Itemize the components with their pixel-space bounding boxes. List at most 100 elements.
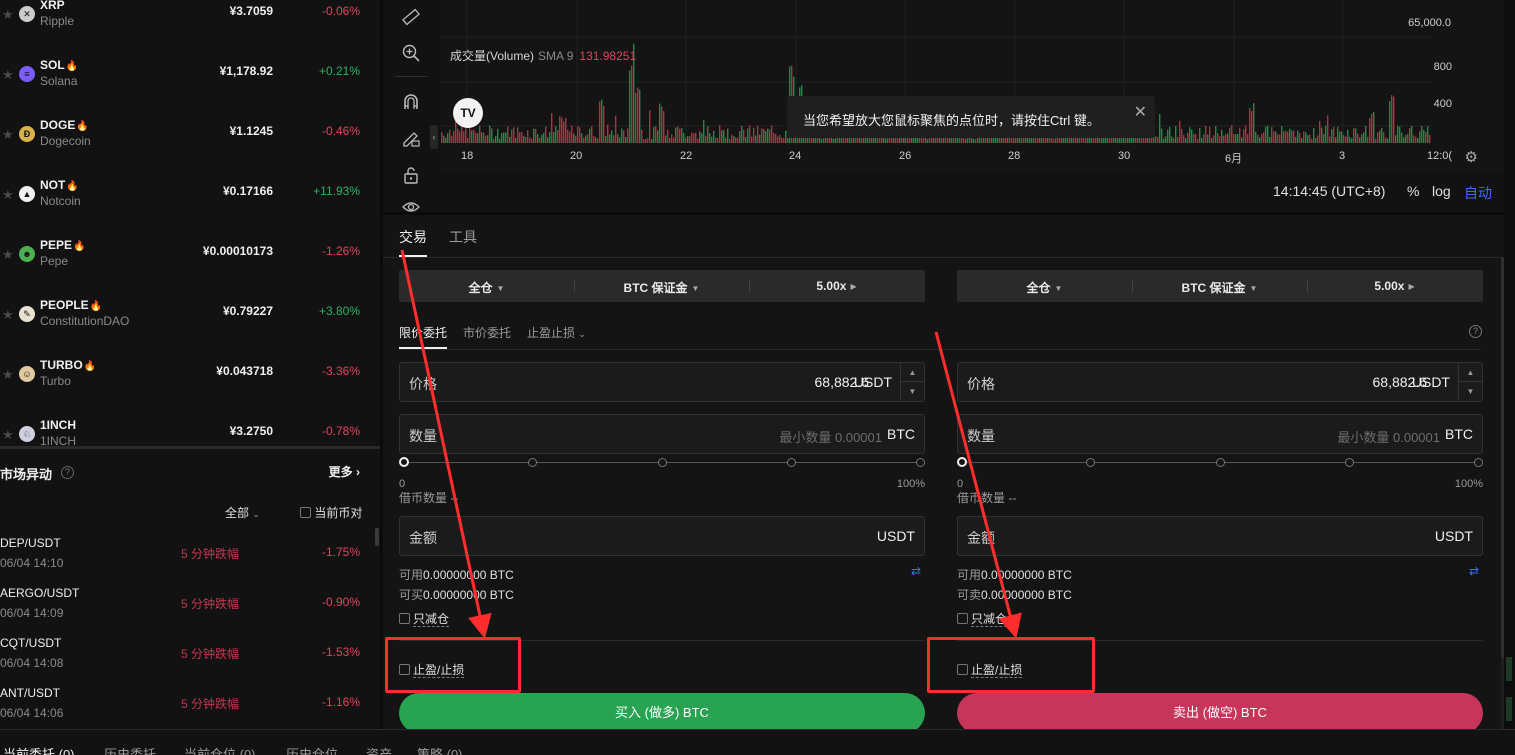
tab-open-orders[interactable]: 当前委托 (0) — [3, 744, 75, 755]
tab-limit-order[interactable]: 限价委托 — [399, 324, 447, 341]
price-stepper[interactable]: ▲ ▼ — [900, 363, 924, 401]
coin-row[interactable]: ★ ♘ 1INCH 1INCH ¥3.2750 -0.78% — [0, 418, 380, 446]
collapse-toolbar-button[interactable]: ‹ — [430, 125, 438, 149]
price-stepper[interactable]: ▲ ▼ — [1458, 363, 1482, 401]
chevron-up-icon[interactable]: ▲ — [901, 363, 924, 382]
star-icon[interactable]: ★ — [2, 128, 14, 141]
amount-input[interactable]: 金额 USDT — [399, 516, 925, 556]
current-pair-checkbox[interactable]: 当前币对 — [300, 504, 362, 521]
slider-stop[interactable] — [787, 458, 796, 467]
leverage-button[interactable]: 5.00x ▶ — [749, 279, 924, 293]
coin-row[interactable]: ★ ☺ TURBO🔥 Turbo ¥0.043718 -3.36% — [0, 358, 380, 418]
tab-open-positions[interactable]: 当前仓位 (0) — [184, 744, 256, 755]
volume-bar — [561, 117, 563, 143]
slider-stop[interactable] — [658, 458, 667, 467]
star-icon[interactable]: ★ — [2, 308, 14, 321]
tab-order-history[interactable]: 历史委托 — [104, 744, 156, 755]
transfer-icon[interactable]: ⇄ — [1469, 564, 1479, 578]
draw-lock-icon[interactable] — [400, 127, 422, 149]
percent-scale-button[interactable]: % — [1407, 183, 1419, 199]
tab-strategies[interactable]: 策略 (0) — [417, 744, 463, 755]
chevron-down-icon[interactable]: ▼ — [1459, 382, 1482, 401]
slider-stop[interactable] — [957, 457, 967, 467]
price-input[interactable]: 价格 68,882.6 USDT ▲ ▼ — [399, 362, 925, 402]
slider-stop[interactable] — [528, 458, 537, 467]
scrollbar-thumb[interactable] — [1506, 697, 1512, 721]
volume-bar — [1165, 136, 1167, 143]
star-icon[interactable]: ★ — [2, 68, 14, 81]
log-scale-button[interactable]: log — [1432, 183, 1451, 199]
reduce-only-checkbox[interactable]: 只减仓 — [399, 610, 450, 627]
zoom-in-icon[interactable] — [400, 42, 422, 64]
volume-bar — [595, 137, 597, 143]
volume-chart[interactable]: 成交量(Volume) SMA 9 131.98251 65,000.0 800 4… — [441, 0, 1504, 172]
slider-stop[interactable] — [1345, 458, 1354, 467]
coin-symbol: XRP — [40, 0, 65, 12]
help-icon[interactable]: ? — [1469, 325, 1482, 338]
slider-stop[interactable] — [1474, 458, 1483, 467]
quantity-input[interactable]: 数量 最小数量 0.00001 BTC — [957, 414, 1483, 454]
tab-assets[interactable]: 资产 — [366, 744, 392, 755]
star-icon[interactable]: ★ — [2, 188, 14, 201]
volume-bar — [489, 125, 491, 143]
slider-stop[interactable] — [1216, 458, 1225, 467]
volume-bar — [1317, 135, 1319, 143]
slider-stop[interactable] — [1086, 458, 1095, 467]
price-input[interactable]: 价格 68,882.6 USDT ▲ ▼ — [957, 362, 1483, 402]
help-icon[interactable]: ? — [61, 466, 74, 479]
star-icon[interactable]: ★ — [2, 428, 14, 441]
ruler-icon[interactable] — [400, 6, 422, 28]
volume-bar — [451, 135, 453, 143]
scrollbar-thumb[interactable] — [1506, 657, 1512, 681]
coin-row[interactable]: ★ ☻ PEPE🔥 Pepe ¥0.00010173 -1.26% — [0, 238, 380, 298]
coin-row[interactable]: ★ ▲ NOT🔥 Notcoin ¥0.17166 +11.93% — [0, 178, 380, 238]
tab-market-order[interactable]: 市价委托 — [463, 324, 511, 341]
mover-row[interactable]: AERGO/USDT 06/04 14:09 5 分钟跌幅 -0.90% — [0, 586, 380, 636]
slider-stop[interactable] — [916, 458, 925, 467]
star-icon[interactable]: ★ — [2, 8, 14, 21]
volume-bar — [921, 137, 923, 143]
amount-input[interactable]: 金额 USDT — [957, 516, 1483, 556]
tab-position-history[interactable]: 历史仓位 — [286, 744, 338, 755]
margin-mode-dropdown[interactable]: 全仓 ▼ — [957, 279, 1132, 296]
volume-bar — [1257, 134, 1259, 143]
gear-icon[interactable]: ⚙ — [1465, 148, 1478, 166]
margin-asset-dropdown[interactable]: BTC 保证金 ▼ — [1132, 279, 1307, 296]
chevron-up-icon[interactable]: ▲ — [1459, 363, 1482, 382]
slider-stop[interactable] — [399, 457, 409, 467]
volume-bar — [759, 134, 761, 143]
star-icon[interactable]: ★ — [2, 248, 14, 261]
tradingview-logo[interactable]: TV — [453, 98, 483, 128]
margin-asset-dropdown[interactable]: BTC 保证金 ▼ — [574, 279, 749, 296]
tab-tpsl-order[interactable]: 止盈止损 ⌄ — [527, 324, 586, 341]
volume-bar — [1263, 132, 1265, 143]
eye-icon[interactable] — [400, 197, 422, 212]
star-icon[interactable]: ★ — [2, 368, 14, 381]
coin-price: ¥0.17166 — [222, 184, 273, 198]
coin-row[interactable]: ★ Ð DOGE🔥 Dogecoin ¥1.1245 -0.46% — [0, 118, 380, 178]
more-link[interactable]: 更多 › — [329, 463, 360, 480]
coin-row[interactable]: ★ ✎ PEOPLE🔥 ConstitutionDAO ¥0.79227 +3.80% — [0, 298, 380, 358]
mover-desc: 5 分钟跌幅 — [181, 547, 240, 561]
chevron-down-icon[interactable]: ▼ — [901, 382, 924, 401]
mover-row[interactable]: DEP/USDT 06/04 14:10 5 分钟跌幅 -1.75% — [0, 536, 380, 586]
mover-row[interactable]: ANT/USDT 06/04 14:06 5 分钟跌幅 -1.16% — [0, 686, 380, 729]
scrollbar[interactable] — [375, 528, 379, 546]
transfer-icon[interactable]: ⇄ — [911, 564, 921, 578]
volume-bar — [471, 130, 473, 143]
volume-bar — [1243, 129, 1245, 143]
auto-scale-button[interactable]: 自动 — [1464, 183, 1492, 203]
sell-short-button[interactable]: 卖出 (做空) BTC — [957, 693, 1483, 729]
reduce-only-checkbox[interactable]: 只减仓 — [957, 610, 1008, 627]
margin-mode-dropdown[interactable]: 全仓 ▼ — [399, 279, 574, 296]
lock-icon[interactable] — [400, 164, 422, 186]
leverage-button[interactable]: 5.00x ▶ — [1307, 279, 1482, 293]
coin-row[interactable]: ★ ≡ SOL🔥 Solana ¥1,178.92 +0.21% — [0, 58, 380, 118]
coin-row[interactable]: ★ ✕ XRP Ripple ¥3.7059 -0.06% — [0, 0, 380, 58]
magnet-icon[interactable] — [400, 91, 422, 113]
buy-long-button[interactable]: 买入 (做多) BTC — [399, 693, 925, 729]
close-icon[interactable]: ✕ — [1134, 102, 1147, 122]
quantity-input[interactable]: 数量 最小数量 0.00001 BTC — [399, 414, 925, 454]
filter-dropdown[interactable]: 全部 ⌄ — [225, 504, 260, 521]
mover-row[interactable]: CQT/USDT 06/04 14:08 5 分钟跌幅 -1.53% — [0, 636, 380, 686]
